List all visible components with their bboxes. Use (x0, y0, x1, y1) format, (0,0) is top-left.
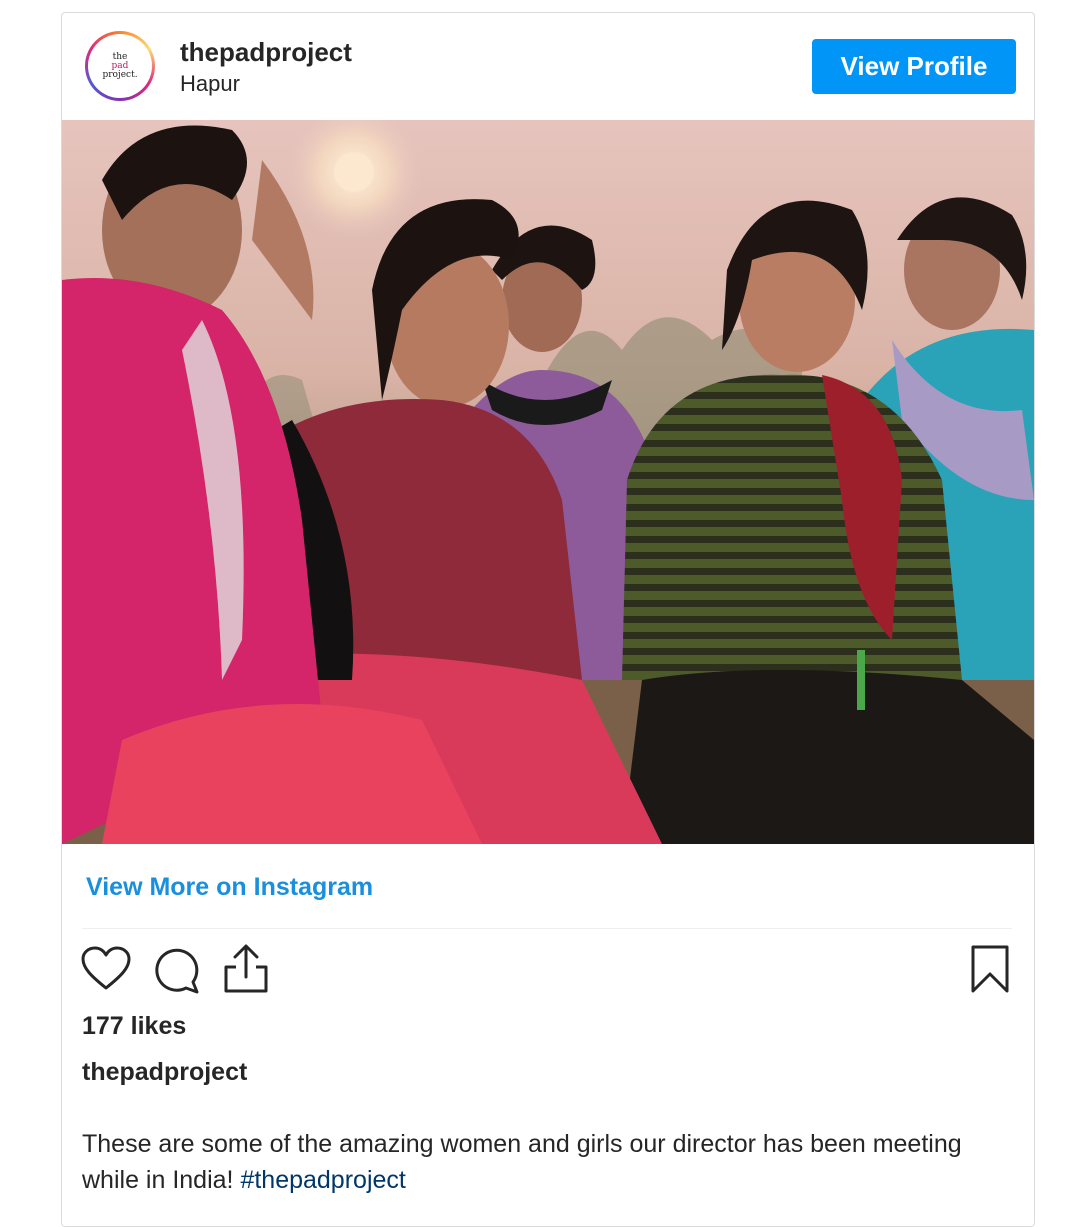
post-photo[interactable] (62, 120, 1034, 844)
avatar-logo: the pad project. (88, 34, 152, 98)
likes-count[interactable]: 177 likes (82, 1012, 186, 1041)
view-profile-button[interactable]: View Profile (812, 39, 1016, 94)
avatar[interactable]: the pad project. (85, 31, 155, 101)
share-icon[interactable] (222, 943, 270, 995)
hashtag-link[interactable]: #thepadproject (240, 1166, 405, 1194)
instagram-embed-card: the pad project. thepadproject Hapur Vie… (61, 12, 1035, 1227)
caption-text: These are some of the amazing women and … (82, 1126, 1002, 1198)
location-link[interactable]: Hapur (180, 71, 240, 97)
divider (82, 928, 1012, 929)
view-more-link[interactable]: View More on Instagram (86, 873, 373, 902)
post-header: the pad project. thepadproject Hapur Vie… (62, 13, 1034, 120)
comment-icon[interactable] (153, 946, 201, 994)
caption-username[interactable]: thepadproject (82, 1058, 247, 1087)
bookmark-icon[interactable] (970, 944, 1010, 994)
caption-body: These are some of the amazing women and … (82, 1130, 962, 1194)
username-link[interactable]: thepadproject (180, 37, 352, 68)
avatar-logo-line: project. (102, 69, 138, 80)
post-photo-illustration (62, 120, 1034, 844)
heart-icon[interactable] (81, 946, 131, 992)
